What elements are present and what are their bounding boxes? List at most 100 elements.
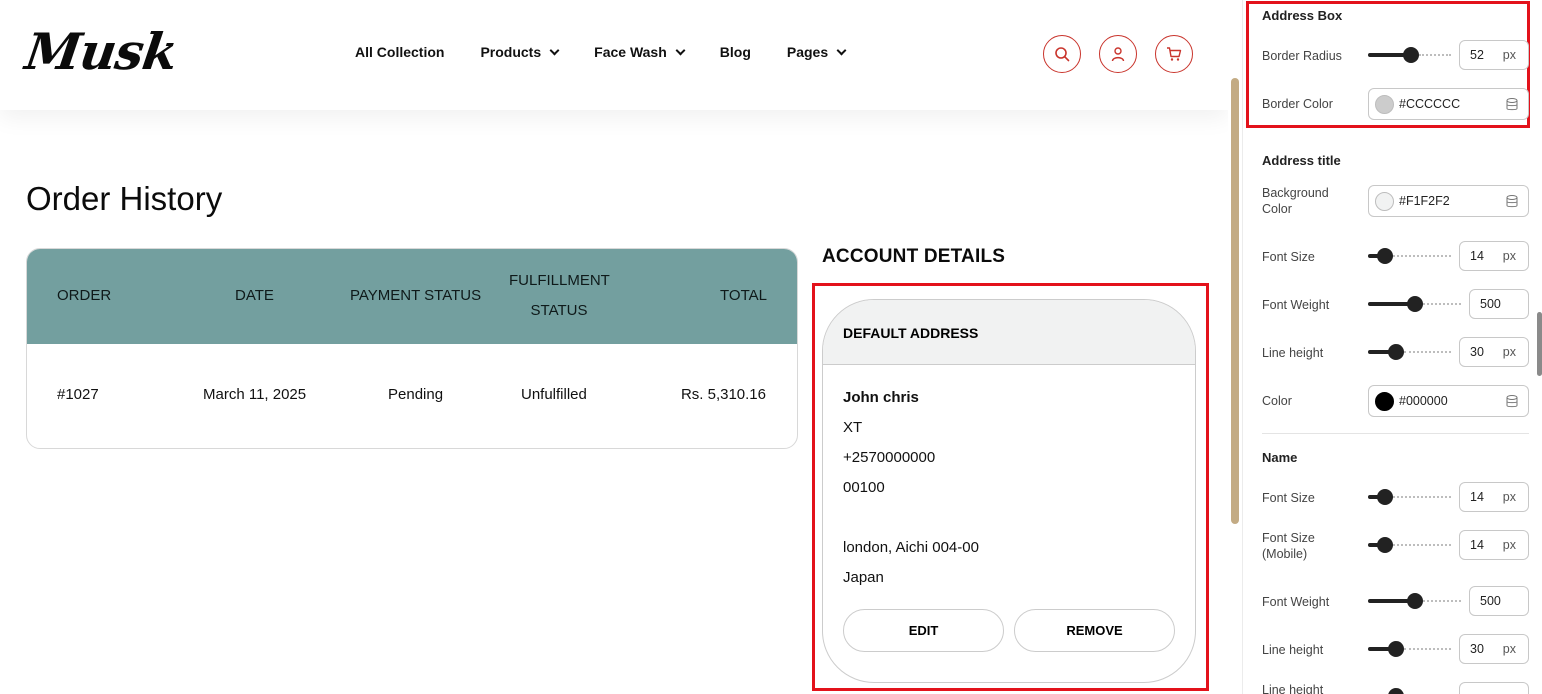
nav-face-wash[interactable]: Face Wash: [594, 44, 686, 60]
section-name: Name: [1262, 450, 1298, 465]
database-icon[interactable]: [1506, 195, 1518, 208]
slider-knob[interactable]: [1377, 489, 1393, 505]
section-divider: [1262, 433, 1529, 434]
address-line: XT: [843, 419, 863, 436]
font-size-label: Font Size: [1262, 250, 1315, 264]
edit-address-button[interactable]: EDIT: [843, 609, 1004, 652]
search-button[interactable]: [1043, 35, 1081, 73]
line-height-label: Line height: [1262, 346, 1324, 360]
site-logo[interactable]: Musk: [22, 22, 181, 81]
unit-label: px: [1502, 249, 1516, 263]
store-preview: Musk All Collection Products Face Wash B…: [0, 0, 1228, 694]
database-icon[interactable]: [1506, 395, 1518, 408]
column-total: TOTAL: [720, 287, 767, 304]
column-date: DATE: [235, 287, 274, 304]
preview-scrollbar-thumb[interactable]: [1231, 78, 1239, 524]
name-font-weight-slider[interactable]: [1368, 593, 1461, 609]
database-icon[interactable]: [1506, 98, 1518, 111]
name-font-size-input[interactable]: 14 px: [1459, 482, 1529, 512]
name-font-weight-input[interactable]: 500: [1469, 586, 1529, 616]
font-size-input[interactable]: 14 px: [1459, 241, 1529, 271]
color-swatch[interactable]: [1375, 192, 1394, 211]
border-radius-input[interactable]: 52 px: [1459, 40, 1529, 70]
color-hex: #CCCCCC: [1399, 97, 1461, 111]
slider-knob[interactable]: [1388, 688, 1404, 694]
chevron-down-icon: [836, 45, 847, 55]
slider-knob[interactable]: [1403, 47, 1419, 63]
order-total: Rs. 5,310.16: [680, 386, 766, 403]
font-size-slider[interactable]: [1368, 248, 1451, 264]
border-radius-slider[interactable]: [1368, 47, 1451, 63]
chevron-down-icon: [675, 45, 686, 55]
order-number[interactable]: #1027: [57, 386, 99, 403]
line-height-input[interactable]: 30 px: [1459, 337, 1529, 367]
name-font-size-mobile-slider[interactable]: [1368, 537, 1451, 553]
slider-knob[interactable]: [1377, 248, 1393, 264]
remove-address-button[interactable]: REMOVE: [1014, 609, 1175, 652]
address-name: John chris: [843, 389, 919, 406]
nav-blog[interactable]: Blog: [720, 44, 751, 60]
slider-knob[interactable]: [1388, 344, 1404, 360]
font-weight-input[interactable]: 500: [1469, 289, 1529, 319]
table-header: ORDER DATE PAYMENT STATUS FULFILLMENT ST…: [27, 249, 797, 344]
address-country: Japan: [843, 569, 884, 586]
background-color-input[interactable]: #F1F2F2: [1368, 185, 1529, 217]
section-address-title: Address title: [1262, 153, 1341, 168]
column-fulfillment-line1: FULFILLMENT: [509, 272, 610, 289]
color-swatch[interactable]: [1375, 95, 1394, 114]
unit-label: px: [1502, 490, 1516, 504]
settings-panel: Address Box Border Radius 52 px Border C…: [1242, 0, 1542, 694]
input-value: 14: [1470, 249, 1484, 263]
background-color-label: Background Color: [1262, 186, 1329, 216]
unit-label: px: [1502, 642, 1516, 656]
color-swatch[interactable]: [1375, 392, 1394, 411]
order-date: March 11, 2025: [203, 386, 307, 403]
address-box: DEFAULT ADDRESS John chris XT +257000000…: [822, 299, 1196, 683]
payment-status: Pending: [388, 386, 444, 403]
line-height-label: Line height: [1262, 683, 1324, 694]
slider-knob[interactable]: [1407, 593, 1423, 609]
page-title: Order History: [26, 180, 223, 217]
slider-knob[interactable]: [1377, 537, 1393, 553]
nav-pages[interactable]: Pages: [786, 44, 847, 60]
color-hex: #F1F2F2: [1399, 194, 1450, 208]
name-line-height-input[interactable]: 30 px: [1459, 634, 1529, 664]
column-fulfillment-line2: STATUS: [530, 302, 588, 319]
line-height-slider[interactable]: [1368, 344, 1451, 360]
nav-label: Blog: [719, 44, 751, 60]
font-weight-slider[interactable]: [1368, 296, 1461, 312]
user-icon: [1111, 47, 1125, 62]
site-header: Musk All Collection Products Face Wash B…: [0, 0, 1228, 110]
font-size-label: Font Size: [1262, 491, 1315, 505]
slider-knob[interactable]: [1407, 296, 1423, 312]
address-line: 00100: [843, 479, 885, 496]
name-font-size-mobile-input[interactable]: 14 px: [1459, 530, 1529, 560]
name-line-height-2-slider[interactable]: [1368, 688, 1451, 694]
text-color-input[interactable]: #000000: [1368, 385, 1529, 417]
address-title: DEFAULT ADDRESS: [823, 300, 1195, 365]
column-fulfillment: FULFILLMENT STATUS: [509, 266, 610, 326]
name-font-size-slider[interactable]: [1368, 489, 1451, 505]
search-icon: [1055, 47, 1070, 62]
column-order: ORDER: [57, 287, 112, 304]
font-weight-label: Font Weight: [1262, 595, 1330, 609]
account-button[interactable]: [1099, 35, 1137, 73]
font-weight-label: Font Weight: [1262, 298, 1330, 312]
nav-label: Products: [480, 44, 542, 60]
nav-label: Face Wash: [594, 44, 667, 60]
border-color-input[interactable]: #CCCCCC: [1368, 88, 1529, 120]
input-value: 30: [1470, 345, 1484, 359]
cart-button[interactable]: [1155, 35, 1193, 73]
input-value: 30: [1470, 642, 1484, 656]
slider-knob[interactable]: [1388, 641, 1404, 657]
address-phone: +2570000000: [843, 449, 936, 466]
input-value: 52: [1470, 48, 1484, 62]
font-size-mobile-label: Font Size (Mobile): [1262, 531, 1315, 561]
name-line-height-2-input[interactable]: [1459, 682, 1529, 694]
nav-products[interactable]: Products: [480, 44, 560, 60]
name-line-height-slider[interactable]: [1368, 641, 1451, 657]
nav-label: Pages: [786, 44, 829, 60]
address-city: london, Aichi 004-00: [843, 539, 979, 556]
nav-all-collection[interactable]: All Collection: [355, 44, 444, 60]
panel-scrollbar-thumb[interactable]: [1537, 312, 1542, 376]
